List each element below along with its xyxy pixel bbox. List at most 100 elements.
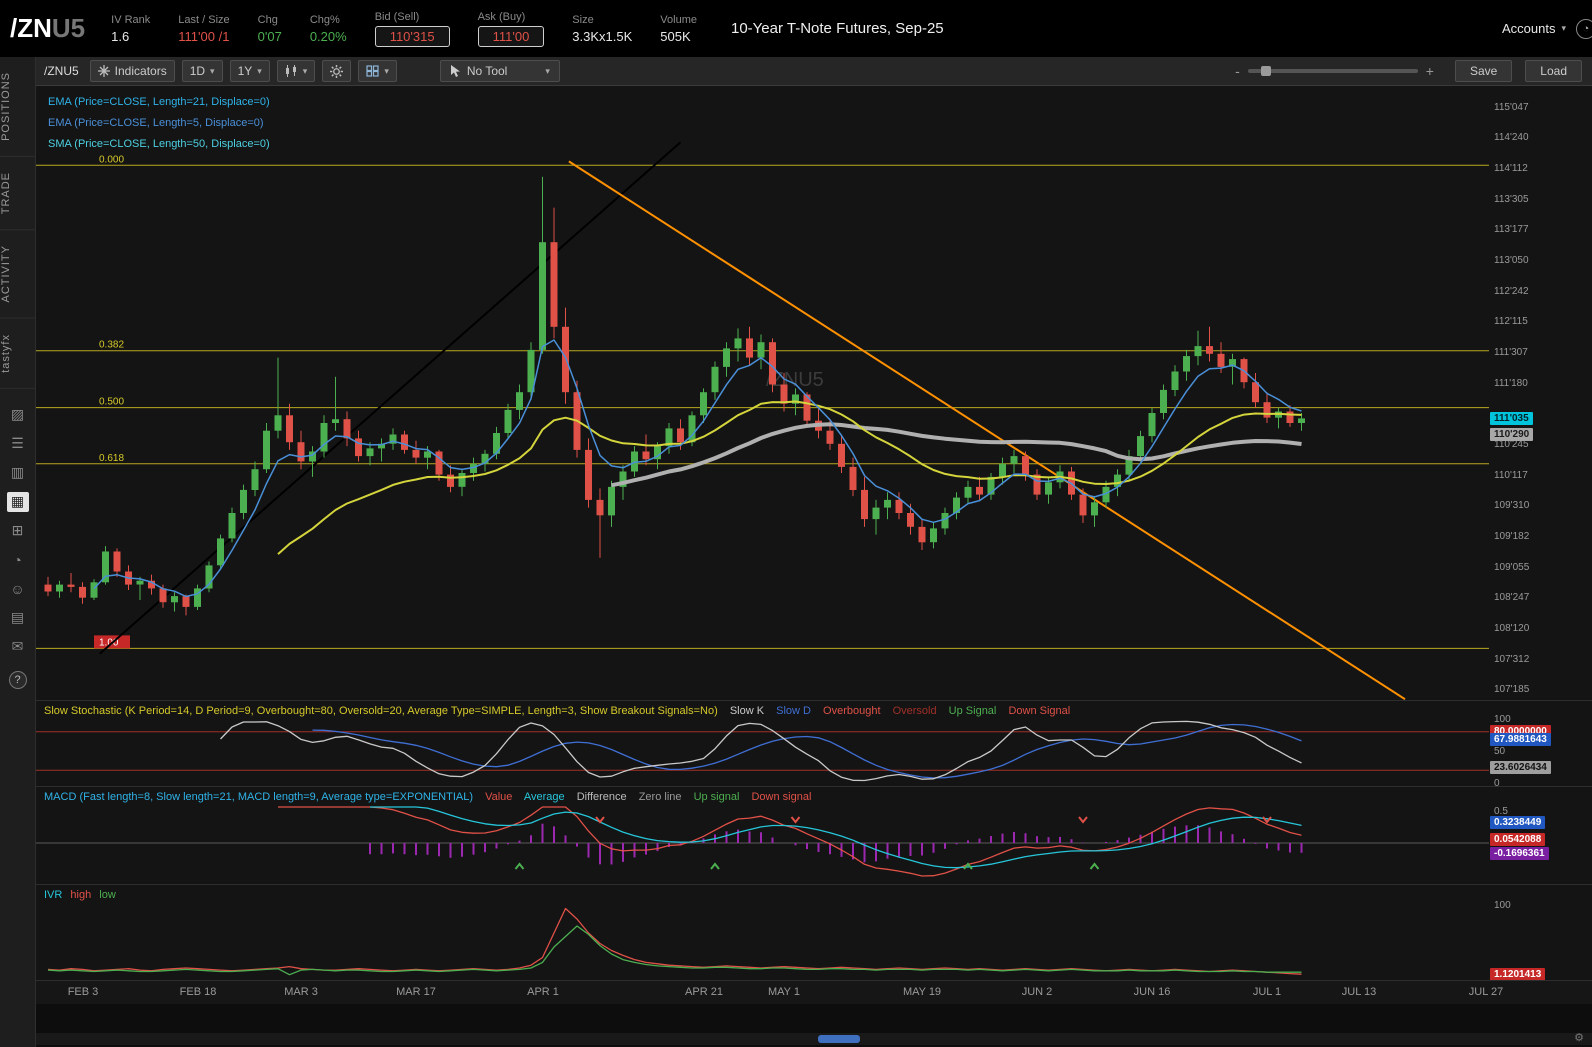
time-axis-tick: MAR 3 (284, 986, 318, 998)
calendar-icon[interactable]: ▤ (7, 608, 29, 628)
ivr-axis-tick: 100 (1494, 900, 1511, 911)
chevron-down-icon: ▾ (302, 65, 308, 76)
macd-chart-canvas[interactable] (36, 787, 1489, 884)
field-iv-rank: IV Rank 1.6 (111, 13, 151, 44)
chevron-down-icon: ▾ (257, 65, 262, 76)
chevron-down-icon: ▾ (1561, 23, 1566, 33)
macd-svg[interactable] (36, 787, 1489, 884)
load-button[interactable]: Load (1525, 60, 1582, 82)
last-price-marker: 111'035 (1490, 412, 1533, 425)
chart-toolbar: /ZNU5 Indicators 1D ▾ 1Y ▾ ▾ ▾ No Tool ▾… (36, 57, 1592, 86)
price-axis-tick: 111'307 (1494, 347, 1528, 358)
sidebar-tab-trade[interactable]: TRADE (0, 156, 35, 231)
indicators-button[interactable]: Indicators (89, 60, 175, 82)
price-chart-canvas[interactable]: 0.000 0.382 0.500 0.618 1.00/ZNU5 (36, 86, 1489, 700)
chat-icon[interactable]: ✉ (7, 637, 29, 657)
gear-icon (330, 64, 344, 78)
field-volume: Volume 505K (660, 13, 697, 44)
price-axis-tick: 112'242 (1494, 286, 1529, 297)
users-icon[interactable]: ☺ (7, 579, 29, 599)
chart-style-dropdown[interactable]: ▾ (276, 60, 316, 82)
image-icon[interactable]: ▨ (7, 405, 29, 425)
price-axis-tick: 113'177 (1494, 224, 1529, 235)
candlestick-icon (285, 65, 296, 77)
zoom-in-button[interactable]: + (1426, 63, 1434, 79)
time-axis[interactable]: FEB 3 FEB 18 MAR 3 MAR 17 APR 1 APR 21 MAY 1 MA… (36, 980, 1592, 1004)
symbol-expiry: U5 (51, 13, 86, 43)
ask-button[interactable]: 111'00 (477, 25, 545, 47)
stoch-svg[interactable] (36, 701, 1489, 786)
symbol-title: /ZNU5 (10, 13, 85, 44)
ivr-chart-canvas[interactable] (36, 885, 1489, 980)
ivr-pane: IVR high low 100 1.1201413 (36, 884, 1592, 981)
grid-icon (366, 65, 379, 77)
corner-gear-icon[interactable]: ⚙ (1574, 1031, 1584, 1044)
stochastic-pane: Slow Stochastic (K Period=14, D Period=9… (36, 700, 1592, 789)
stoch-value-box: 23.6026434 (1490, 761, 1551, 774)
sma-price-marker: 110'290 (1490, 428, 1534, 441)
stoch-axis-tick: 100 (1494, 714, 1511, 725)
bid-button[interactable]: 110'315 (374, 25, 450, 47)
sidebar-tab-activity[interactable]: ACTIVITY (0, 230, 35, 319)
price-chart-svg[interactable]: 0.0000.3820.5000.6181.00/ZNU5 (36, 86, 1489, 700)
horizontal-scrollbar[interactable] (36, 1033, 1592, 1045)
price-axis-tick: 110'117 (1494, 470, 1528, 481)
time-axis-tick: MAY 1 (768, 986, 800, 998)
time-axis-tick: JUL 13 (1341, 986, 1377, 998)
history-icon[interactable]: ◔ (7, 550, 29, 570)
time-axis-tick: JUL 27 (1468, 986, 1504, 998)
fib-label: 0.382 (99, 340, 124, 351)
ivr-svg[interactable] (36, 885, 1489, 980)
zoom-out-button[interactable]: - (1235, 63, 1240, 79)
scrollbar-thumb[interactable] (818, 1035, 860, 1043)
zoom-slider-thumb[interactable] (1261, 66, 1272, 76)
time-axis-tick: FEB 18 (179, 986, 217, 998)
fib-label: 0.000 (99, 154, 124, 165)
price-axis[interactable]: 115'047 114'240 114'112 113'305 113'177 113'0… (1489, 86, 1592, 700)
price-axis-tick: 109'310 (1494, 500, 1530, 511)
bottom-strip: ⚙ (36, 1004, 1592, 1047)
price-axis-tick: 109'055 (1494, 562, 1530, 573)
timeframe-dropdown[interactable]: 1D ▾ (181, 60, 223, 82)
fib-label: 0.500 (99, 397, 124, 408)
sidebar-icon-stack: ▨ ☰ ▥ ▦ ⊞ ◔ ☺ ▤ ✉ (6, 405, 29, 657)
price-axis-tick: 113'305 (1494, 194, 1529, 205)
price-axis-tick: 111'180 (1494, 378, 1528, 389)
settings-button[interactable] (322, 60, 352, 82)
zoom-control: - + (1235, 63, 1434, 79)
range-dropdown[interactable]: 1Y ▾ (229, 60, 270, 82)
tiles-icon[interactable]: ⊞ (7, 521, 29, 541)
chart-region: /ZNU5 Indicators 1D ▾ 1Y ▾ ▾ ▾ No Tool ▾… (36, 57, 1592, 1047)
field-chg: Chg 0'07 (257, 13, 282, 44)
columns-icon[interactable]: ▥ (7, 463, 29, 483)
help-icon[interactable]: ? (8, 670, 27, 689)
price-axis-tick: 114'240 (1494, 132, 1529, 143)
accounts-dropdown[interactable]: Accounts ▾ (1502, 21, 1566, 36)
grid-layout-dropdown[interactable]: ▾ (358, 60, 397, 82)
macd-value-box: -0.1696361 (1490, 847, 1549, 860)
fib-label: 0.618 (99, 453, 124, 464)
drawing-tool-dropdown[interactable]: No Tool ▾ (439, 60, 560, 82)
watchlist-icon[interactable]: ☰ (7, 434, 29, 454)
time-axis-tick: FEB 3 (67, 986, 99, 998)
quote-header: /ZNU5 IV Rank 1.6 Last / Size 111'00 /1 … (0, 0, 1592, 57)
zoom-slider[interactable] (1247, 66, 1418, 76)
time-axis-tick: JUL 1 (1252, 986, 1282, 998)
chart-icon[interactable]: ▦ (6, 491, 29, 512)
chevron-down-icon: ▾ (545, 65, 550, 76)
sidebar-tab-tastyfx[interactable]: tastyfx (0, 318, 35, 389)
price-axis-tick: 107'312 (1494, 654, 1530, 665)
price-axis-tick: 113'050 (1494, 255, 1529, 266)
symbol-root: /ZN (10, 13, 52, 43)
time-axis-tick: JUN 16 (1133, 986, 1171, 998)
time-axis-tick: APR 21 (685, 986, 723, 998)
price-axis-tick: 115'047 (1494, 102, 1529, 113)
instrument-name: 10-Year T-Note Futures, Sep-25 (731, 20, 944, 37)
macd-pane: MACD (Fast length=8, Slow length=21, MAC… (36, 786, 1592, 884)
stoch-axis-tick: 50 (1494, 746, 1506, 757)
sidebar-tab-positions[interactable]: POSITIONS (0, 57, 35, 157)
stochastic-chart-canvas[interactable] (36, 701, 1489, 786)
save-button[interactable]: Save (1454, 60, 1513, 82)
left-sidebar: POSITIONS TRADE ACTIVITY tastyfx ▨ ☰ ▥ ▦ ⊞ ◔ ☺… (0, 57, 36, 1047)
notifications-icon[interactable]: ◔ (1576, 18, 1592, 39)
